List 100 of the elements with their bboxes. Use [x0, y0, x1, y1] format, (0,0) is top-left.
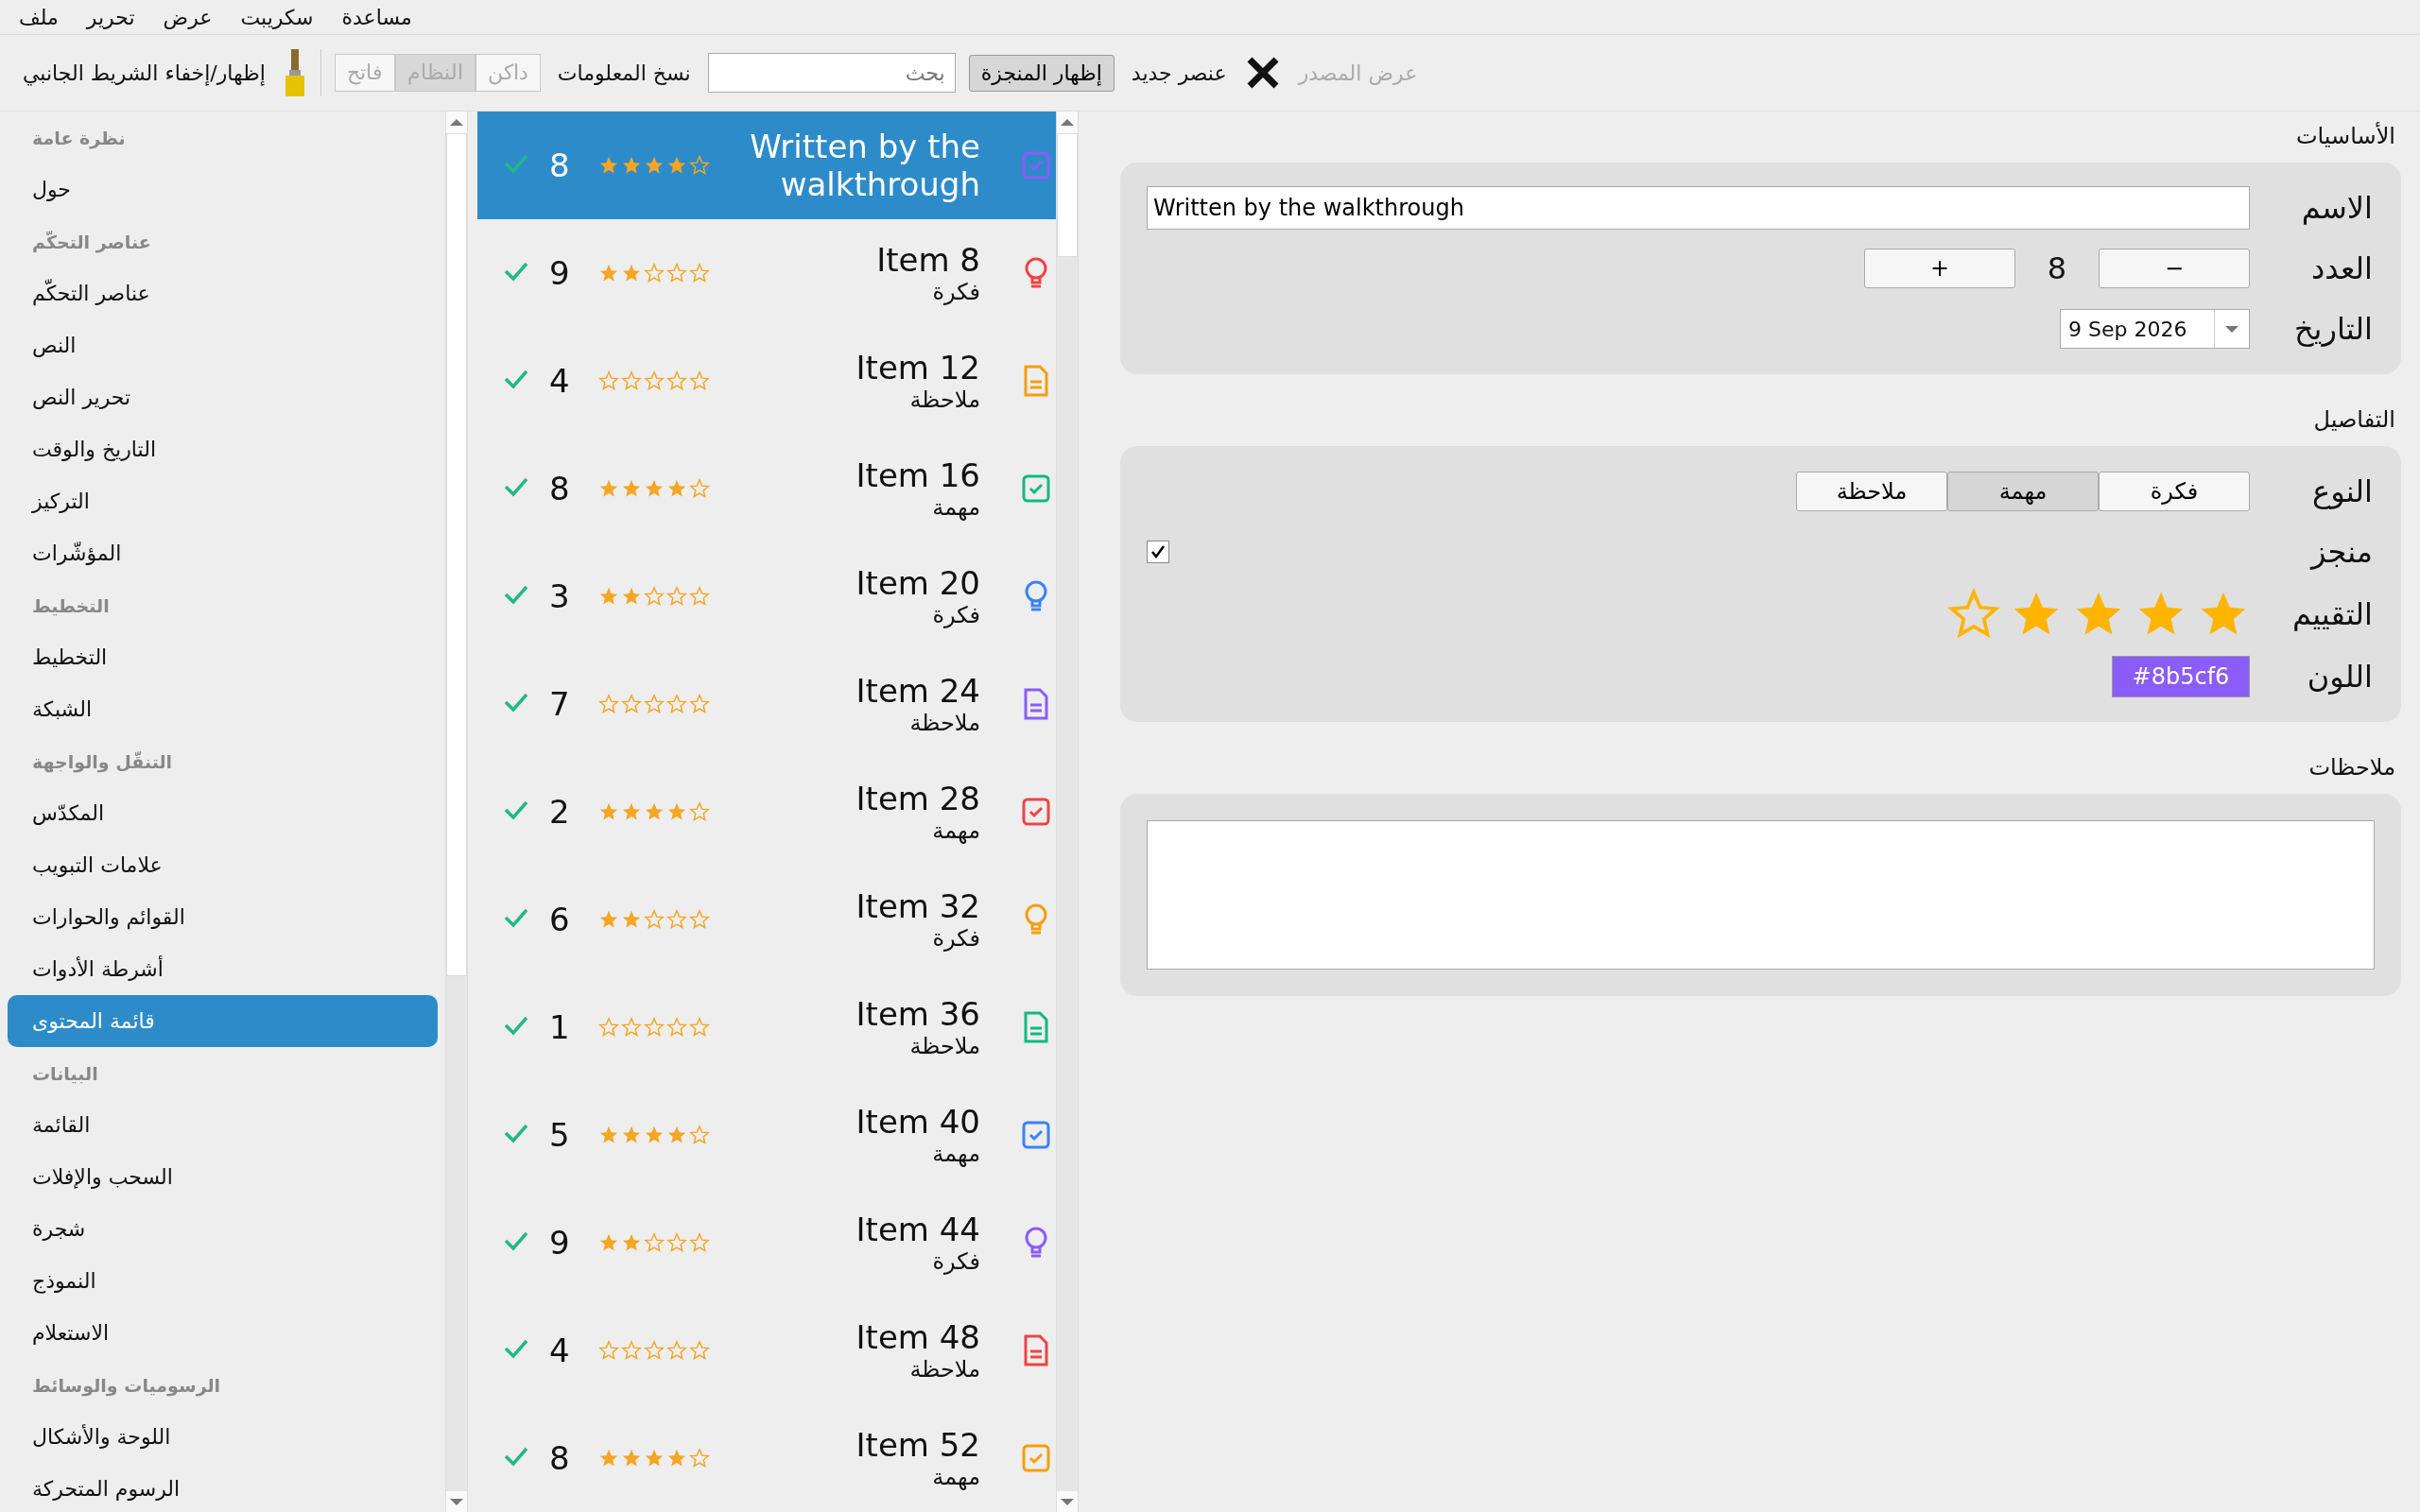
star-icon — [644, 1448, 665, 1469]
date-picker[interactable]: 9 Sep 2026 — [2060, 309, 2250, 349]
sidebar-item[interactable]: شجرة — [8, 1203, 438, 1255]
item-title: Item 12 — [856, 349, 980, 387]
sidebar-item[interactable]: القوائم والحوارات — [8, 891, 438, 943]
sidebar-item[interactable]: حول — [8, 163, 438, 215]
menu-item[interactable]: ملف — [19, 5, 59, 29]
count-value: 8 — [2046, 250, 2068, 286]
sidebar-item[interactable]: القائمة — [8, 1099, 438, 1151]
sidebar-item[interactable]: الشبكة — [8, 683, 438, 735]
star-outline-icon — [666, 1232, 687, 1253]
star-outline-icon — [598, 1017, 619, 1038]
type-option[interactable]: فكرة — [2099, 472, 2250, 511]
star-outline-icon — [666, 694, 687, 714]
item-type: فكرة — [932, 279, 980, 305]
sidebar-item[interactable]: الرسوم المتحركة — [8, 1463, 438, 1512]
copy-info-button[interactable]: نسخ المعلومات — [553, 55, 695, 91]
document-icon — [1024, 1334, 1048, 1366]
scrollbar[interactable] — [1056, 112, 1079, 1512]
menu-item[interactable]: عرض — [163, 5, 213, 29]
sidebar-item[interactable]: النموذج — [8, 1255, 438, 1307]
star-outline-icon — [666, 370, 687, 391]
sidebar-item[interactable]: علامات التبويب — [8, 839, 438, 891]
menu-item[interactable]: تحرير — [86, 5, 135, 29]
menu-item[interactable]: سكريبت — [240, 5, 314, 29]
star-icon — [621, 478, 642, 499]
section-title: ملاحظات — [2308, 753, 2396, 782]
sidebar-item[interactable]: المؤشّرات — [8, 527, 438, 579]
sidebar-item[interactable]: التاريخ والوقت — [8, 423, 438, 475]
lightbulb-icon — [1023, 579, 1049, 613]
show-done-toggle[interactable]: إظهار المنجزة — [968, 54, 1115, 92]
decrement-button[interactable]: − — [2099, 249, 2250, 288]
star-icon — [598, 1125, 619, 1145]
search-field[interactable]: بحث — [707, 53, 956, 93]
star-icon — [644, 1125, 665, 1145]
color-swatch[interactable]: #8b5cf6 — [2112, 656, 2250, 697]
item-type: ملاحظة — [909, 1033, 980, 1059]
item-count: 2 — [549, 793, 571, 831]
increment-button[interactable]: + — [1864, 249, 2015, 288]
checkbox-icon — [1022, 1444, 1050, 1472]
star-icon — [598, 263, 619, 284]
sidebar-item[interactable]: أشرطة الأدوات — [8, 943, 438, 995]
sidebar-item[interactable]: عناصر التحكّم — [8, 267, 438, 319]
field-label: الاسم — [2300, 190, 2373, 226]
star-outline-icon — [644, 909, 665, 930]
item-count: 9 — [549, 1224, 571, 1262]
done-checkbox[interactable] — [1147, 541, 1169, 563]
sidebar-item[interactable]: تحرير النص — [8, 371, 438, 423]
document-icon — [1024, 365, 1048, 397]
sidebar-item[interactable]: التركيز — [8, 475, 438, 527]
item-title: Item 52 — [856, 1426, 980, 1464]
star-outline-icon — [689, 155, 710, 176]
star-outline-icon — [666, 1017, 687, 1038]
item-count: 4 — [549, 1332, 571, 1369]
item-title: Written by the walkthrough — [749, 128, 980, 203]
checkmark-icon — [1150, 544, 1166, 559]
item-type: ملاحظة — [909, 710, 980, 736]
new-item-button[interactable]: عنصر جديد — [1127, 55, 1231, 91]
type-option[interactable]: مهمة — [1947, 472, 2099, 511]
scrollbar[interactable] — [445, 112, 468, 1512]
star-outline-icon — [689, 1125, 710, 1145]
document-icon — [1024, 1011, 1048, 1043]
item-count: 6 — [549, 901, 571, 938]
menu-item[interactable]: مساعدة — [341, 5, 412, 29]
star-outline-icon — [689, 586, 710, 607]
sidebar-item[interactable]: اللوحة والأشكال — [8, 1411, 438, 1463]
sidebar-item[interactable]: الاستعلام — [8, 1307, 438, 1359]
type-option[interactable]: ملاحظة — [1796, 472, 1947, 511]
star-outline-icon — [689, 263, 710, 284]
sidebar-toggle-button[interactable]: إظهار/إخفاء الشريط الجانبي — [19, 55, 269, 91]
field-label: التاريخ — [2292, 311, 2373, 347]
sidebar-item[interactable]: النص — [8, 319, 438, 371]
star-icon — [598, 478, 619, 499]
sidebar-item[interactable]: المكدّس — [8, 787, 438, 839]
star-outline-icon — [689, 801, 710, 822]
name-field[interactable]: Written by the walkthrough — [1147, 186, 2250, 230]
sidebar-item[interactable]: قائمة المحتوى — [8, 995, 438, 1047]
star-icon — [666, 478, 687, 499]
item-type: فكرة — [932, 1248, 980, 1275]
star-outline-icon — [644, 1340, 665, 1361]
star-outline-icon — [666, 263, 687, 284]
item-type: مهمة — [932, 817, 980, 844]
sidebar-item[interactable]: التخطيط — [8, 631, 438, 683]
item-count: 1 — [549, 1008, 571, 1046]
item-type: فكرة — [932, 925, 980, 952]
star-icon — [621, 155, 642, 176]
sidebar-header: الرسوميات والوسائط — [31, 1373, 222, 1399]
notes-field[interactable] — [1147, 820, 2375, 970]
sidebar-item[interactable]: السحب والإفلات — [8, 1151, 438, 1203]
item-type: مهمة — [932, 1141, 980, 1167]
star-outline-icon — [689, 1017, 710, 1038]
star-outline-icon — [621, 1017, 642, 1038]
item-title: Item 8 — [876, 241, 980, 279]
star-outline-icon — [644, 586, 665, 607]
list-item[interactable]: 8 Written by the walkthrough — [477, 112, 1056, 219]
sidebar-header: التنقّل والواجهة — [31, 749, 174, 775]
item-type: مهمة — [932, 1464, 980, 1490]
sidebar-header: نظرة عامة — [31, 126, 127, 151]
star-outline-icon — [598, 370, 619, 391]
item-type: مهمة — [932, 494, 980, 521]
